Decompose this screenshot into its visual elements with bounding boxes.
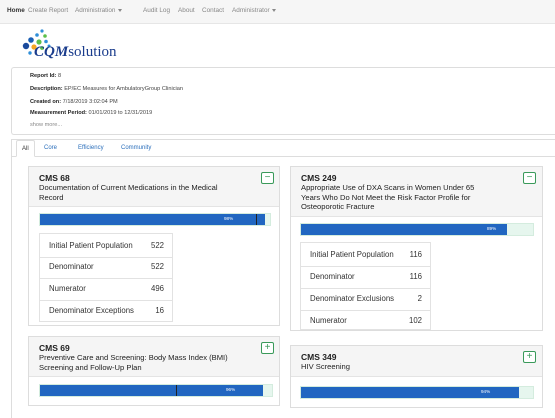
logo-wordmark-strong: CQM <box>34 44 69 60</box>
report-description: Description: EP/EC Measures for Ambulato… <box>30 86 183 92</box>
logo-wordmark-rest: solution <box>68 44 117 60</box>
benchmark-marker <box>256 214 257 225</box>
nav-administration-label: Administration <box>75 7 116 14</box>
measure-id: CMS 349 <box>301 352 337 362</box>
measure-card-header: CMS 249 Appropriate Use of DXA Scans in … <box>291 167 542 217</box>
top-navbar: Home Create Report Administration Audit … <box>0 0 555 24</box>
collapse-button[interactable]: − <box>523 172 536 184</box>
show-more-link[interactable]: show more... <box>30 122 62 128</box>
performance-bar: 94% <box>300 386 534 399</box>
tab-community[interactable]: Community <box>121 140 151 157</box>
measure-card-header: CMS 349 HIV Screening + <box>291 346 542 377</box>
measure-stats-table: Initial Patient Population 116 Denominato… <box>300 242 431 330</box>
measure-card-cms-69: CMS 69 Preventive Care and Screening: Bo… <box>28 336 280 406</box>
measure-stats-table: Initial Patient Population 522 Denominato… <box>39 233 173 322</box>
measure-card-header: CMS 68 Documentation of Current Medicati… <box>29 167 279 207</box>
measure-card-cms-249: CMS 249 Appropriate Use of DXA Scans in … <box>290 166 543 331</box>
measure-title: HIV Screening <box>301 362 350 371</box>
stat-row: Denominator 116 <box>301 265 430 289</box>
measure-card-cms-68: CMS 68 Documentation of Current Medicati… <box>28 166 280 326</box>
caret-down-icon <box>117 8 122 12</box>
caret-down-icon <box>271 8 276 12</box>
performance-bar: 98% <box>39 213 271 226</box>
performance-bar: 89% <box>300 223 534 236</box>
tab-core[interactable]: Core <box>44 140 57 157</box>
stat-row: Denominator Exclusions 2 <box>301 287 430 311</box>
measure-title: Documentation of Current Medications in … <box>39 183 218 202</box>
measure-card-cms-349: CMS 349 HIV Screening + 94% <box>290 345 543 408</box>
nav-create-report[interactable]: Create Report <box>28 7 68 14</box>
category-tabs: All Core Efficiency Community <box>12 140 555 157</box>
performance-bar-fill <box>301 224 508 235</box>
expand-button[interactable]: + <box>261 342 274 354</box>
report-created-on: Created on: 7/18/2019 3:02:04 PM <box>30 99 118 105</box>
measure-title: Appropriate Use of DXA Scans in Women Un… <box>301 183 475 212</box>
tab-efficiency[interactable]: Efficiency <box>78 140 104 157</box>
nav-user-label: Administrator <box>232 7 270 14</box>
performance-rate: 94% <box>481 389 491 394</box>
nav-about[interactable]: About <box>178 7 195 14</box>
performance-bar: 96% <box>39 384 273 397</box>
tab-all[interactable]: All <box>16 140 35 157</box>
stat-row: Numerator 496 <box>40 277 172 301</box>
measure-title: Preventive Care and Screening: Body Mass… <box>39 353 228 372</box>
performance-rate: 96% <box>226 387 236 392</box>
stat-row: Denominator 522 <box>40 255 172 279</box>
performance-rate: 89% <box>487 226 497 231</box>
stat-row: Numerator 102 <box>310 316 422 325</box>
nav-contact[interactable]: Contact <box>202 7 224 14</box>
report-info-panel: Report Id: 8 Description: EP/EC Measures… <box>11 67 555 135</box>
measure-id: CMS 68 <box>39 173 70 183</box>
stat-row: Denominator Exceptions 16 <box>49 306 164 315</box>
performance-rate: 98% <box>224 216 234 221</box>
logo-wordmark[interactable]: CQMsolution <box>34 44 117 61</box>
report-id: Report Id: 8 <box>30 73 62 79</box>
nav-administration[interactable]: Administration <box>75 7 122 14</box>
stat-row: Initial Patient Population 116 <box>301 243 430 267</box>
nav-audit-log[interactable]: Audit Log <box>143 7 170 14</box>
collapse-button[interactable]: − <box>261 172 274 184</box>
expand-button[interactable]: + <box>523 351 536 363</box>
measure-id: CMS 249 <box>301 173 337 183</box>
measure-id: CMS 69 <box>39 343 70 353</box>
benchmark-marker <box>176 385 177 396</box>
measure-card-header: CMS 69 Preventive Care and Screening: Bo… <box>29 337 279 377</box>
nav-user-menu[interactable]: Administrator <box>232 7 276 14</box>
report-measurement-period: Measurement Period: 01/01/2019 to 12/31/… <box>30 110 153 116</box>
nav-home[interactable]: Home <box>7 7 25 14</box>
